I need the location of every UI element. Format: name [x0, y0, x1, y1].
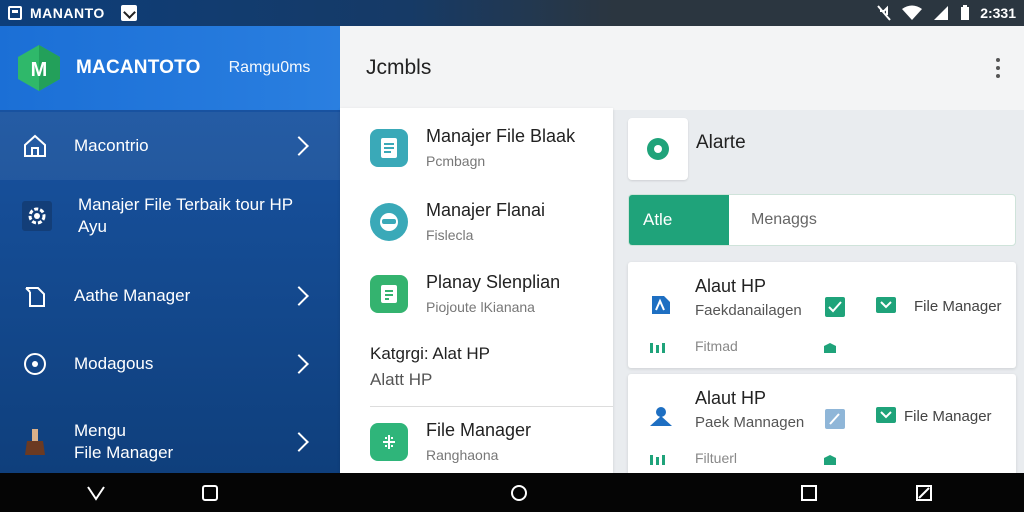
list-item-subtitle: Fislecla [426, 227, 474, 243]
bars-icon [650, 455, 665, 465]
sidebar-item-file-manager[interactable]: Manajer File Terbaik tour HP Ayu [0, 182, 340, 250]
sidebar-item-label: Manajer File Terbaik tour HP Ayu [78, 195, 293, 236]
chevron-right-icon [289, 136, 309, 156]
system-nav-bar [0, 473, 1024, 512]
chevron-right-icon [289, 286, 309, 306]
category-subtitle: Alatt HP [370, 370, 433, 389]
more-options-icon[interactable] [996, 58, 1000, 78]
bot-icon [370, 202, 408, 241]
folder-icon [876, 297, 896, 313]
battery-icon [961, 5, 970, 20]
list-item-subtitle: Ranghaona [426, 447, 499, 463]
list-item[interactable]: Planay Slenplian Piojoute lKianana [340, 272, 613, 315]
app-window-icon [8, 6, 22, 20]
notification-icon [120, 5, 137, 21]
list-item-title: Manajer Flanai [426, 200, 546, 220]
overview-icon[interactable] [800, 485, 818, 501]
tab-inactive[interactable]: Menaggs [729, 195, 1015, 245]
tab-active[interactable]: Atle [629, 195, 729, 245]
recents-icon[interactable] [201, 485, 219, 501]
list-item-title: Manajer File Blaak [426, 126, 576, 146]
category-title: Katgrgi: Alat HP [370, 344, 491, 363]
status-bar: MANANTO 2:331 [0, 0, 1024, 26]
main-header: Jcmbls [340, 26, 1024, 110]
clipboard-icon [370, 274, 408, 313]
brand-subtitle: Ramgu0ms [228, 59, 311, 76]
status-app-title: MANANTO [30, 5, 105, 21]
category-section: Katgrgi: Alat HP Alatt HP [370, 344, 490, 390]
card-footer-label: Filtuerl [695, 450, 738, 466]
settings-icon [647, 138, 669, 160]
list-item[interactable]: Manajer File Blaak Pcmbagn [340, 126, 613, 169]
check-icon [825, 297, 845, 317]
sidebar-header: M MACANTOTO Ramgu0ms [0, 26, 340, 110]
back-icon[interactable] [86, 485, 106, 501]
list-item-title: Planay Slenplian [426, 272, 561, 292]
list-item[interactable]: Manajer Flanai Fislecla [340, 200, 613, 243]
wifi-icon [902, 5, 923, 20]
sidebar-item-label: Modagous [74, 354, 154, 373]
sidebar-item-label: Aathe Manager [74, 286, 191, 305]
sidebar-item-label: Macontrio [74, 136, 149, 155]
card-subtitle: Faekdanailagen [695, 302, 802, 319]
list-item-subtitle: Pcmbagn [426, 153, 486, 169]
divider [370, 406, 613, 407]
home-button-icon[interactable] [509, 484, 529, 502]
page-title: Jcmbls [366, 56, 432, 79]
card-file-manager-label: File Manager [904, 408, 992, 425]
chevron-right-icon [289, 354, 309, 374]
status-time: 2:331 [980, 5, 1016, 21]
document-icon [370, 128, 408, 167]
brand-name: MACANTOTO [76, 57, 201, 78]
alert-title: Alarte [696, 132, 746, 153]
result-card[interactable]: Alaut HP Paek Mannagen File Manager Filt… [628, 374, 1016, 480]
result-card[interactable]: Alaut HP Faekdanailagen File Manager Fit… [628, 262, 1016, 368]
brush-icon [22, 429, 48, 455]
tag-icon [824, 343, 836, 353]
card-footer-label: Fitmad [695, 338, 738, 354]
svg-text:M: M [31, 59, 48, 81]
gear-icon [22, 201, 52, 231]
card-title: Alaut HP [695, 276, 767, 296]
document-icon [22, 283, 48, 309]
share-icon [650, 407, 672, 426]
grid-icon [370, 422, 408, 461]
file-list-panel: Manajer File Blaak Pcmbagn Manajer Flana… [340, 108, 613, 473]
sidebar-item-label: Mengu File Manager [74, 421, 174, 462]
sidebar-item-manager[interactable]: Aathe Manager [0, 262, 340, 330]
screenshot-icon[interactable] [915, 485, 933, 501]
document-icon [652, 296, 670, 314]
list-item[interactable]: File Manager Ranghaona [340, 420, 613, 463]
edit-icon [825, 409, 845, 429]
list-item-subtitle: Piojoute lKianana [426, 299, 535, 315]
card-title: Alaut HP [695, 388, 767, 408]
folder-icon [876, 407, 896, 423]
bars-icon [650, 343, 665, 353]
home-icon [22, 133, 48, 159]
list-item-title: File Manager [426, 420, 532, 440]
signal-icon [934, 6, 949, 20]
alert-icon-card[interactable] [628, 118, 688, 180]
card-file-manager-label: File Manager [914, 298, 1002, 315]
app-logo-icon: M [18, 45, 60, 91]
mute-icon [877, 5, 891, 21]
tag-icon [824, 455, 836, 465]
sidebar: M MACANTOTO Ramgu0ms Macontrio Manajer F… [0, 26, 340, 473]
sidebar-item-modules[interactable]: Modagous [0, 330, 340, 398]
card-subtitle: Paek Mannagen [695, 414, 805, 431]
sidebar-item-home[interactable]: Macontrio [0, 112, 340, 180]
chevron-right-icon [289, 432, 309, 452]
tab-bar: Atle Menaggs [628, 194, 1016, 246]
sidebar-item-file-manager-2[interactable]: Mengu File Manager [0, 408, 340, 476]
target-icon [22, 351, 48, 377]
